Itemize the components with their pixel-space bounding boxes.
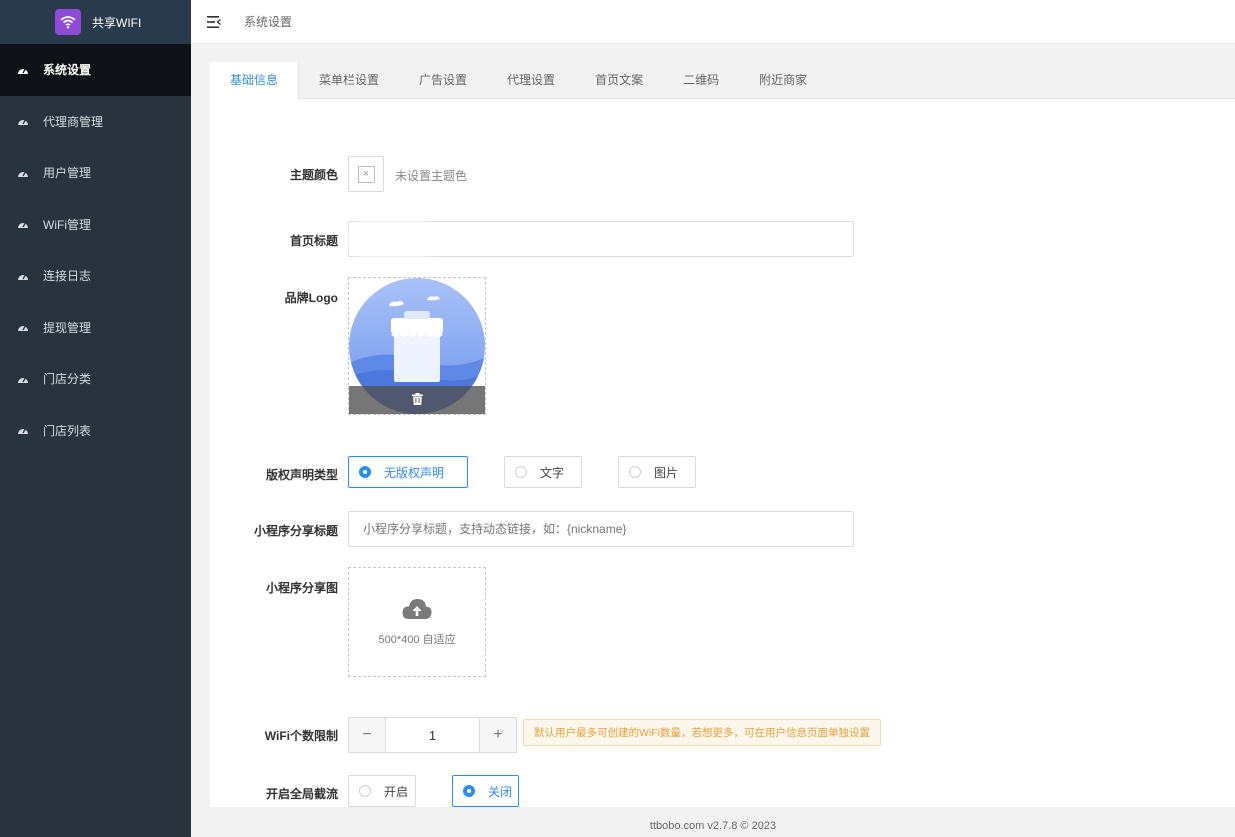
tab-agent-settings[interactable]: 代理设置	[487, 62, 575, 99]
sidebar-item-label: 门店列表	[43, 423, 92, 438]
sidebar-item-store-category[interactable]: 门店分类	[0, 353, 191, 405]
brand[interactable]: 共享WIFI	[0, 0, 191, 44]
sidebar-item-connection-log[interactable]: 连接日志	[0, 250, 191, 302]
dashboard-icon	[17, 116, 29, 126]
sidebar-item-label: 连接日志	[43, 269, 92, 284]
theme-color-picker[interactable]: ×	[348, 156, 384, 192]
tab-ad-settings[interactable]: 广告设置	[399, 62, 487, 99]
sidebar-item-label: 门店分类	[43, 372, 92, 387]
upload-hint: 500*400 自适应	[378, 633, 456, 646]
share-image-label: 小程序分享图	[265, 581, 338, 595]
tab-nearby-merchants[interactable]: 附近商家	[739, 62, 827, 99]
sidebar-item-agent-management[interactable]: 代理商管理	[0, 96, 191, 148]
intercept-off-radio[interactable]: 关闭	[452, 775, 519, 807]
copyright-image-radio[interactable]: 图片	[618, 456, 696, 488]
wifi-limit-label: WiFi个数限制	[264, 729, 338, 743]
sidebar-item-store-list[interactable]: 门店列表	[0, 405, 191, 457]
wifi-limit-stepper: − 1 +	[348, 717, 517, 753]
tab-menu-settings[interactable]: 菜单栏设置	[299, 62, 399, 99]
dashboard-icon	[17, 219, 29, 229]
sidebar-item-system-settings[interactable]: 系统设置	[0, 44, 191, 96]
theme-color-label: 主题颜色	[289, 168, 338, 182]
wifi-limit-notice: 默认用户最多可创建的WiFi数量，若想更多，可在用户信息页面单独设置	[523, 719, 881, 746]
sidebar-item-label: WiFi管理	[43, 217, 91, 232]
tab-basic-info[interactable]: 基础信息	[210, 62, 300, 100]
global-intercept-label: 开启全局截流	[265, 787, 338, 801]
home-title-label: 首页标题	[289, 234, 338, 248]
sidebar-item-label: 用户管理	[43, 166, 92, 181]
dashboard-icon	[17, 374, 29, 384]
wifi-icon	[55, 9, 81, 35]
wifi-limit-value[interactable]: 1	[386, 717, 479, 753]
brand-name: 共享WIFI	[92, 15, 142, 30]
sidebar: 共享WIFI 系统设置 代理商管理 用户管理 WiFi管理 连接日志 提现管理 …	[0, 0, 191, 837]
share-title-label: 小程序分享标题	[253, 524, 338, 538]
delete-logo-button[interactable]	[349, 386, 485, 414]
radio-dot	[629, 466, 641, 478]
radio-label: 无版权声明	[384, 465, 445, 480]
radio-dot	[359, 785, 371, 797]
radio-dot	[515, 466, 527, 478]
settings-tabs: 基础信息 菜单栏设置 广告设置 代理设置 首页文案 二维码 附近商家	[210, 62, 1235, 100]
sidebar-item-label: 提现管理	[43, 320, 92, 335]
sidebar-item-user-management[interactable]: 用户管理	[0, 147, 191, 199]
sidebar-item-wifi-management[interactable]: WiFi管理	[0, 199, 191, 251]
brand-logo-label: 品牌Logo	[284, 291, 338, 305]
close-icon: ×	[357, 165, 375, 183]
main-content: 基础信息 菜单栏设置 广告设置 代理设置 首页文案 二维码 附近商家 主题颜色 …	[210, 62, 1235, 807]
dashboard-icon	[17, 271, 29, 281]
home-title-input[interactable]	[348, 221, 854, 257]
copyright-text-radio[interactable]: 文字	[504, 456, 582, 488]
redacted-blur	[353, 227, 431, 251]
theme-color-status: 未设置主题色	[395, 169, 468, 183]
dashboard-icon	[17, 168, 29, 178]
tab-home-copy[interactable]: 首页文案	[575, 62, 663, 99]
tab-qrcode[interactable]: 二维码	[663, 62, 739, 99]
sidebar-item-label: 代理商管理	[43, 114, 104, 129]
decrement-button[interactable]: −	[348, 717, 386, 753]
sidebar-item-withdrawal-management[interactable]: 提现管理	[0, 302, 191, 354]
menu-fold-icon[interactable]	[207, 15, 221, 28]
footer: ttbobo.com v2.7.8 © 2023	[649, 820, 777, 832]
dashboard-icon	[17, 322, 29, 332]
copyright-none-radio[interactable]: 无版权声明	[348, 456, 468, 488]
copyright-type-label: 版权声明类型	[265, 468, 338, 482]
intercept-on-radio[interactable]: 开启	[348, 775, 416, 807]
top-header: 系统设置	[191, 0, 1235, 44]
share-image-upload[interactable]: 500*400 自适应	[348, 567, 486, 677]
cloud-upload-icon	[402, 598, 432, 623]
radio-label: 开启	[384, 784, 409, 799]
brand-logo-upload[interactable]	[348, 277, 486, 415]
radio-label: 关闭	[488, 784, 513, 799]
share-title-input[interactable]	[348, 511, 854, 547]
radio-dot	[463, 785, 475, 797]
dashboard-icon	[17, 425, 29, 435]
dashboard-icon	[17, 65, 29, 75]
radio-dot	[359, 466, 371, 478]
trash-icon	[411, 392, 423, 408]
page-title: 系统设置	[244, 15, 293, 29]
increment-button[interactable]: +	[479, 717, 517, 753]
radio-label: 文字	[540, 465, 565, 480]
radio-label: 图片	[654, 465, 679, 480]
sidebar-item-label: 系统设置	[43, 63, 92, 78]
